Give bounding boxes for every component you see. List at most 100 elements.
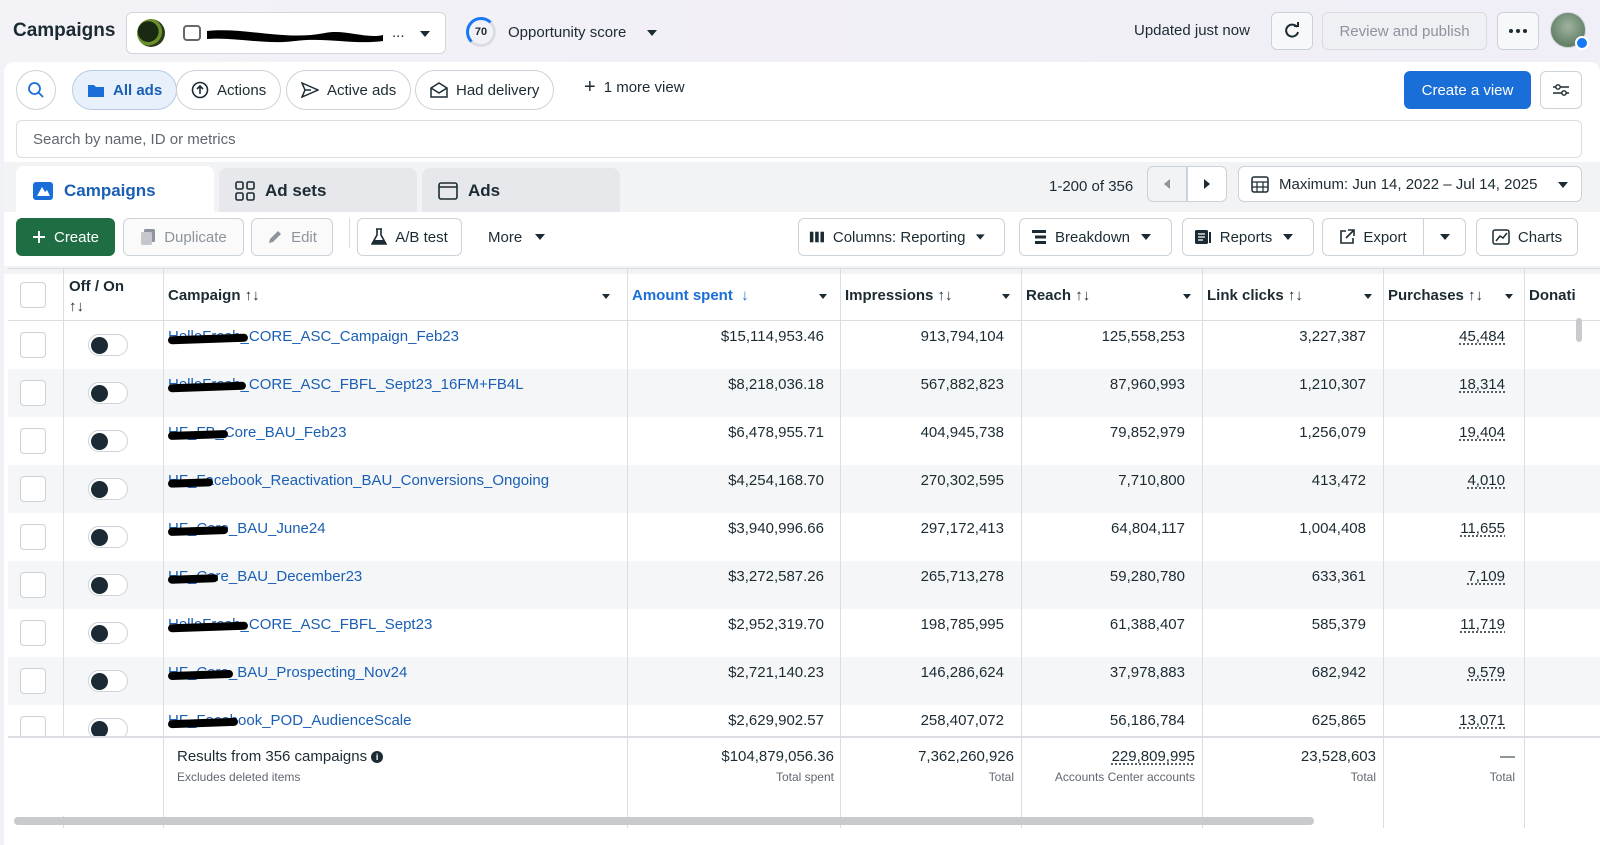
table-row[interactable]: HelloFresh_CORE_ASC_FBFL_Sept23_16FM+FB4… bbox=[8, 369, 1600, 417]
view-had-delivery[interactable]: Had delivery bbox=[415, 70, 555, 110]
purchases-cell[interactable]: 45,484 bbox=[1459, 328, 1505, 345]
table-row[interactable]: HF_FB_Core_BAU_Feb23 $6,478,955.71 404,945… bbox=[8, 417, 1600, 465]
purchases-cell[interactable]: 11,719 bbox=[1460, 616, 1505, 633]
export-options-button[interactable] bbox=[1423, 218, 1466, 256]
purchases-cell[interactable]: 19,404 bbox=[1459, 424, 1505, 441]
redaction-mark bbox=[167, 478, 214, 488]
view-active-ads[interactable]: Active ads bbox=[286, 70, 412, 110]
purchases-cell[interactable]: 9,579 bbox=[1467, 664, 1505, 681]
table-row[interactable]: HF_Facebook_Reactivation_BAU_Conversions… bbox=[8, 465, 1600, 513]
table-header-row: Off / On ↑↓ Campaign ↑↓ Amount spent ↓ I… bbox=[8, 269, 1600, 321]
campaign-toggle[interactable] bbox=[88, 382, 128, 404]
refresh-button[interactable] bbox=[1271, 12, 1313, 50]
purchases-cell[interactable]: 18,314 bbox=[1459, 376, 1505, 393]
reports-icon bbox=[1194, 230, 1211, 244]
view-had-delivery-label: Had delivery bbox=[456, 81, 540, 99]
breakdown-button[interactable]: Breakdown bbox=[1019, 218, 1172, 256]
purchases-cell[interactable]: 4,010 bbox=[1467, 472, 1505, 489]
view-actions[interactable]: Actions bbox=[176, 70, 282, 110]
purchases-cell[interactable]: 7,109 bbox=[1467, 568, 1505, 585]
row-checkbox[interactable] bbox=[20, 668, 46, 694]
total-reach[interactable]: 229,809,995 bbox=[1112, 748, 1195, 765]
edit-button-label: Edit bbox=[291, 228, 317, 246]
search-bar bbox=[16, 120, 1582, 158]
header-off-on[interactable]: Off / On ↑↓ bbox=[69, 277, 124, 317]
amount-spent-cell: $15,114,953.46 bbox=[720, 328, 824, 345]
purchases-cell[interactable]: 13,071 bbox=[1459, 712, 1505, 729]
header-campaign[interactable]: Campaign ↑↓ bbox=[168, 269, 621, 321]
select-all-checkbox[interactable] bbox=[20, 282, 46, 308]
campaign-toggle[interactable] bbox=[88, 670, 128, 692]
customize-filters-button[interactable] bbox=[1540, 71, 1582, 109]
campaign-toggle[interactable] bbox=[88, 574, 128, 596]
duplicate-button[interactable]: Duplicate bbox=[123, 218, 244, 256]
header-reach[interactable]: Reach ↑↓ bbox=[1026, 269, 1202, 321]
campaign-name-link[interactable]: HF_Facebook_Reactivation_BAU_Conversions… bbox=[168, 472, 549, 489]
search-input[interactable] bbox=[17, 121, 1581, 157]
header-donations[interactable]: Donati bbox=[1529, 269, 1589, 321]
more-options-button[interactable] bbox=[1497, 12, 1539, 50]
table-row[interactable]: HelloFresh_CORE_ASC_Campaign_Feb23 $15,11… bbox=[8, 321, 1600, 369]
ab-test-button[interactable]: A/B test bbox=[357, 218, 462, 256]
row-checkbox[interactable] bbox=[20, 572, 46, 598]
totals-row: Results from 356 campaigns i Excludes del… bbox=[8, 736, 1600, 818]
campaign-toggle[interactable] bbox=[88, 526, 128, 548]
charts-button[interactable]: Charts bbox=[1476, 218, 1578, 256]
tab-ads[interactable]: Ads bbox=[422, 168, 620, 214]
pencil-icon bbox=[269, 231, 282, 243]
row-checkbox[interactable] bbox=[20, 332, 46, 358]
reports-button[interactable]: Reports bbox=[1182, 218, 1314, 256]
account-selector[interactable]: ... bbox=[126, 12, 446, 54]
table-row[interactable]: HelloFresh_CORE_ASC_FBFL_Sept23 $2,952,31… bbox=[8, 609, 1600, 657]
column-divider bbox=[163, 738, 164, 818]
campaign-toggle[interactable] bbox=[88, 478, 128, 500]
date-range-picker[interactable]: Maximum: Jun 14, 2022 – Jul 14, 2025 bbox=[1238, 166, 1582, 202]
tab-campaigns[interactable]: Campaigns bbox=[16, 166, 214, 216]
previous-page-button[interactable] bbox=[1147, 166, 1187, 202]
header-link-clicks[interactable]: Link clicks ↑↓ bbox=[1207, 269, 1383, 321]
horizontal-scrollbar[interactable] bbox=[14, 817, 1314, 825]
table-row[interactable]: HF_Core_BAU_December23 $3,272,587.26 265,7… bbox=[8, 561, 1600, 609]
chevron-down-icon bbox=[1439, 234, 1450, 240]
create-view-button[interactable]: Create a view bbox=[1404, 71, 1531, 109]
campaign-toggle[interactable] bbox=[88, 622, 128, 644]
reach-cell: 7,710,800 bbox=[1118, 472, 1185, 489]
table-row[interactable]: HF_Core_BAU_Prospecting_Nov24 $2,721,140.… bbox=[8, 657, 1600, 705]
row-checkbox[interactable] bbox=[20, 428, 46, 454]
search-toggle-button[interactable] bbox=[16, 70, 56, 110]
tab-ad-sets[interactable]: Ad sets bbox=[219, 168, 417, 214]
redacted-account-name bbox=[205, 23, 510, 45]
column-divider bbox=[1383, 738, 1384, 818]
header-purchases[interactable]: Purchases ↑↓ bbox=[1388, 269, 1524, 321]
row-checkbox[interactable] bbox=[20, 524, 46, 550]
more-actions-button[interactable]: More bbox=[488, 218, 546, 256]
export-button[interactable]: Export bbox=[1322, 218, 1424, 256]
row-checkbox[interactable] bbox=[20, 476, 46, 502]
chevron-left-icon bbox=[1164, 179, 1170, 189]
row-checkbox[interactable] bbox=[20, 620, 46, 646]
upload-circle-icon bbox=[191, 81, 209, 99]
header-amount-spent[interactable]: Amount spent ↓ bbox=[632, 269, 838, 321]
next-page-button[interactable] bbox=[1187, 166, 1227, 202]
purchases-cell[interactable]: 11,655 bbox=[1460, 520, 1505, 537]
view-all-ads[interactable]: All ads bbox=[72, 70, 178, 110]
create-button[interactable]: Create bbox=[16, 218, 115, 256]
chevron-down-icon bbox=[1505, 294, 1513, 299]
tab-ad-sets-label: Ad sets bbox=[265, 181, 327, 200]
profile-avatar[interactable] bbox=[1550, 12, 1589, 50]
amount-spent-cell: $6,478,955.71 bbox=[728, 424, 824, 441]
row-checkbox[interactable] bbox=[20, 380, 46, 406]
columns-button[interactable]: Columns: Reporting bbox=[798, 218, 1005, 256]
vertical-scrollbar[interactable] bbox=[1576, 318, 1582, 342]
reach-cell: 56,186,784 bbox=[1109, 712, 1185, 729]
review-and-publish-button[interactable]: Review and publish bbox=[1322, 12, 1487, 50]
info-icon[interactable]: i bbox=[371, 751, 384, 763]
more-views-button[interactable]: + 1 more view bbox=[584, 77, 685, 97]
edit-button[interactable]: Edit bbox=[251, 218, 333, 256]
chevron-down-icon bbox=[602, 294, 610, 299]
header-impressions[interactable]: Impressions ↑↓ bbox=[845, 269, 1021, 321]
folder-icon bbox=[88, 84, 104, 97]
table-row[interactable]: HF_Core_BAU_June24 $3,940,996.66 297,172,4… bbox=[8, 513, 1600, 561]
campaign-toggle[interactable] bbox=[88, 430, 128, 452]
campaign-toggle[interactable] bbox=[88, 334, 128, 356]
